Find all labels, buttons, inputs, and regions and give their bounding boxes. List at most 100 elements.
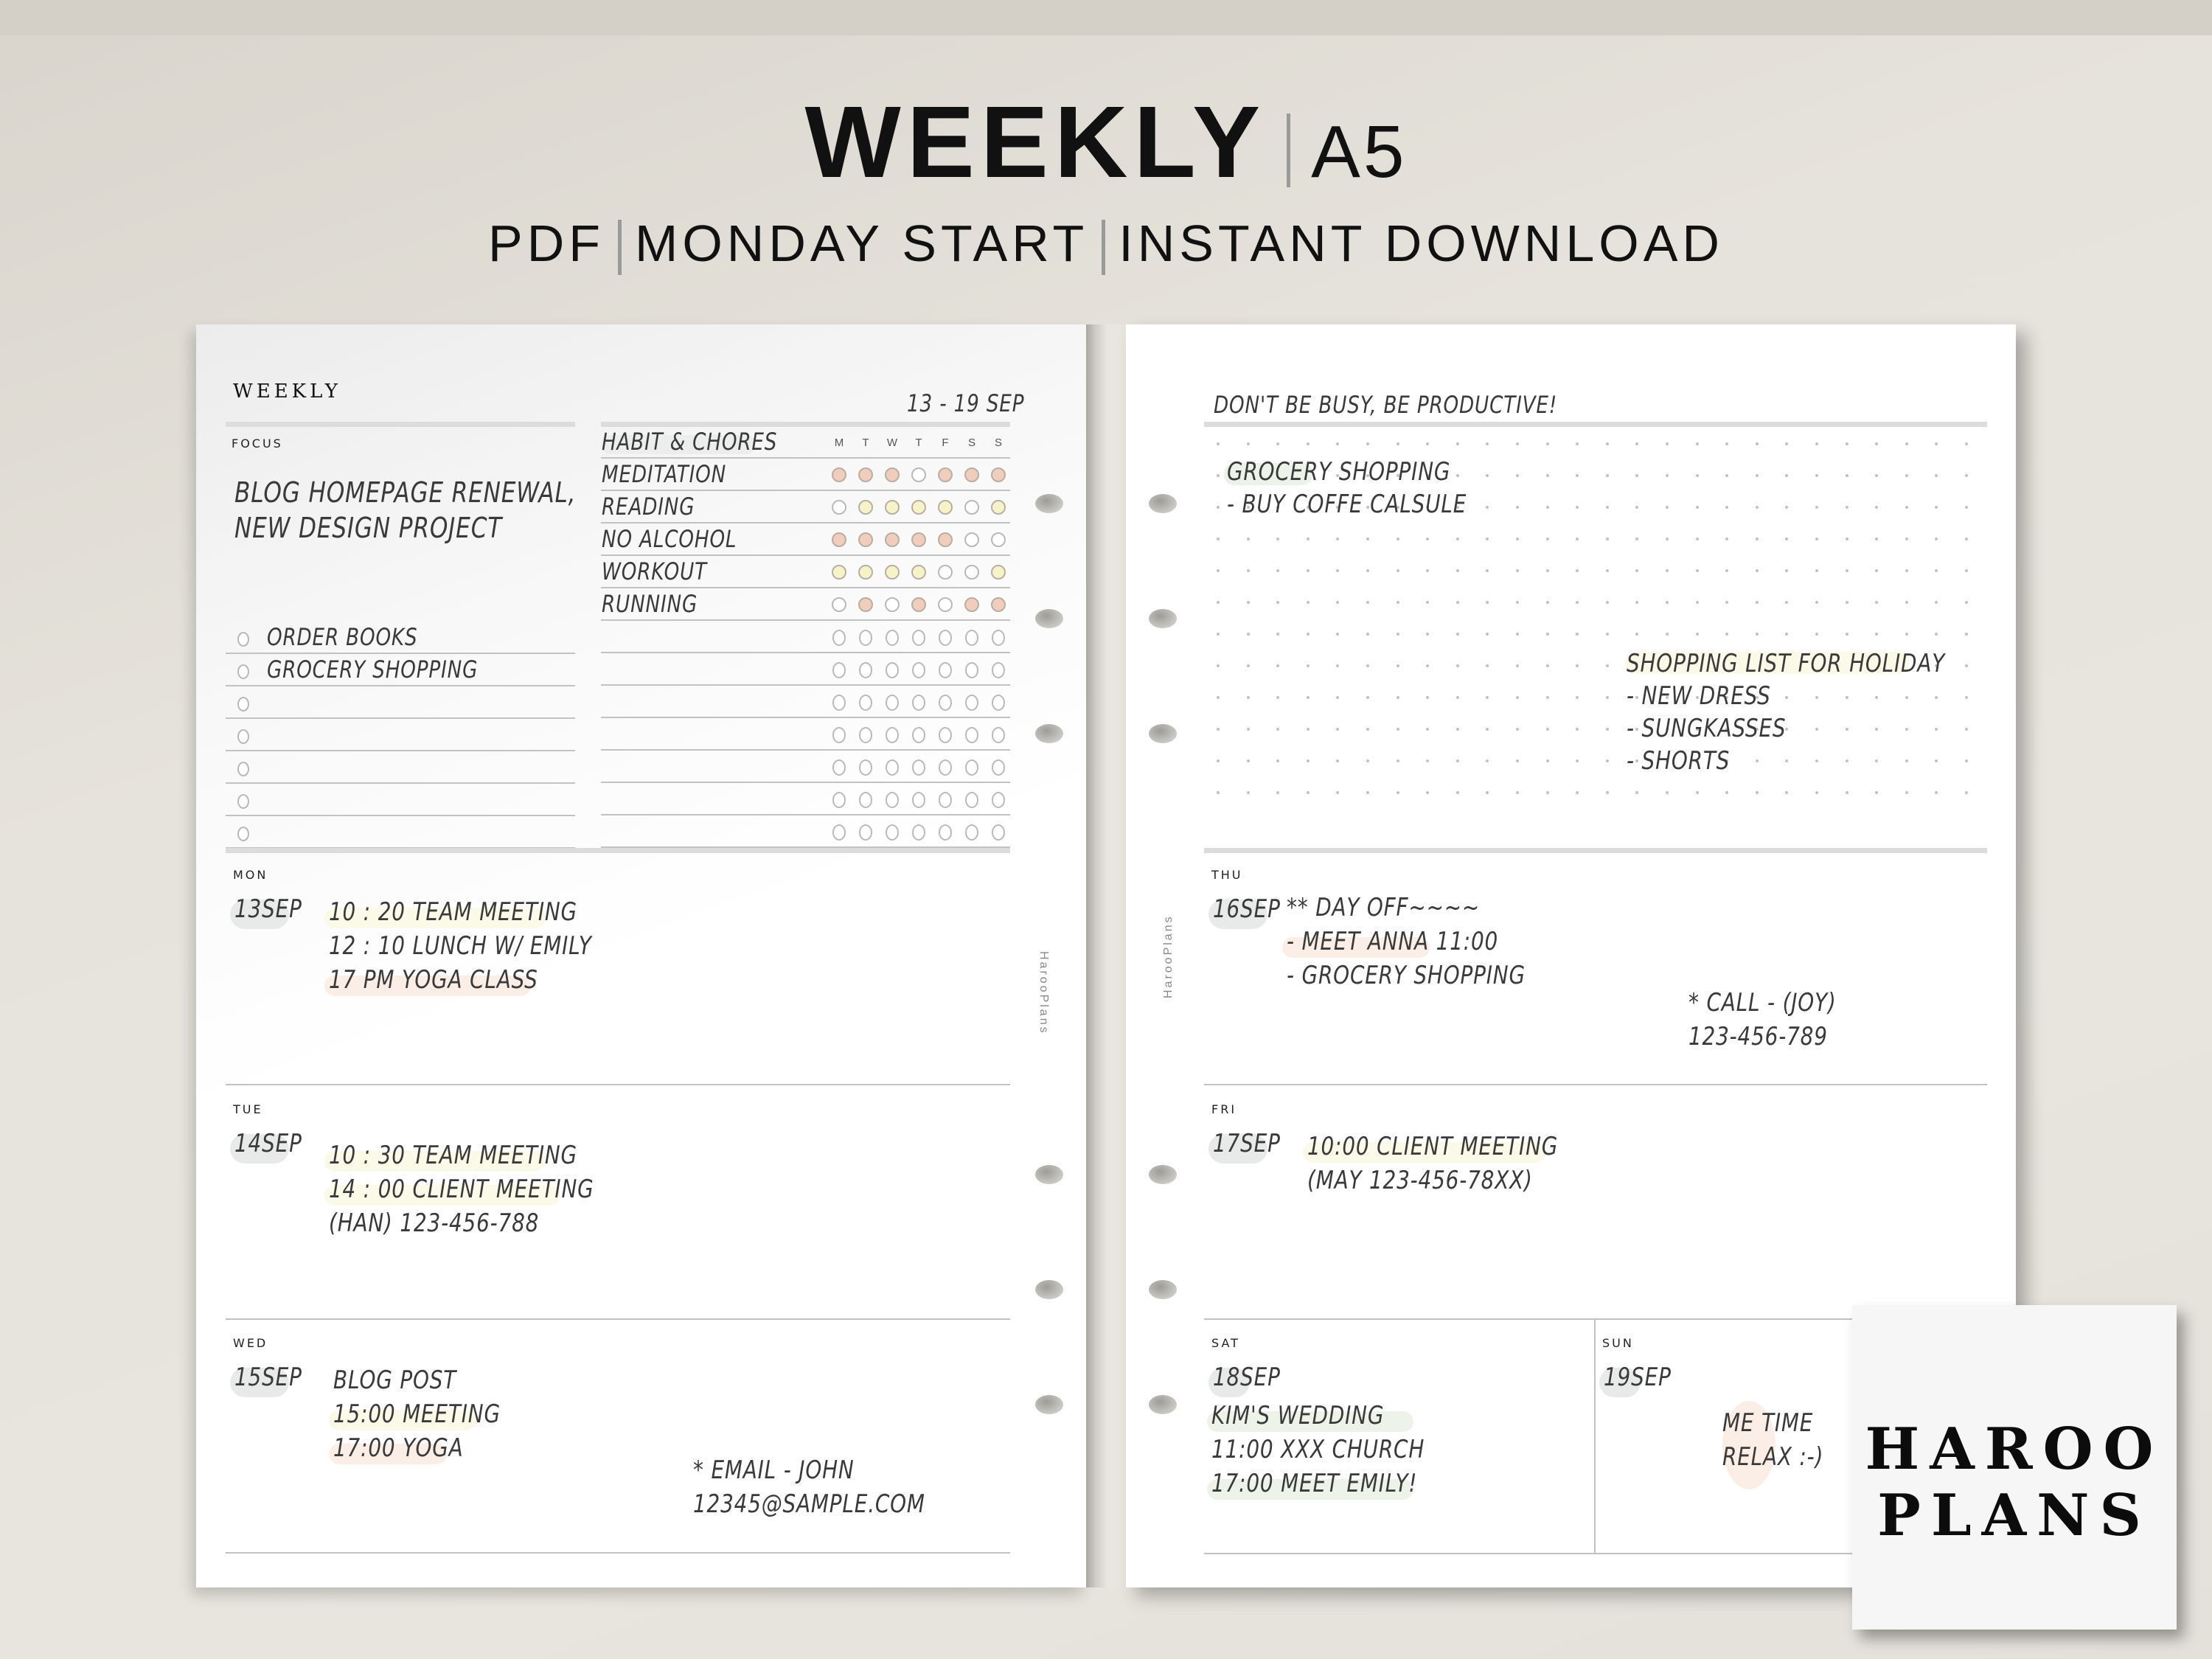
habit-mark-empty[interactable] (964, 500, 979, 515)
habit-mark-peach[interactable] (938, 467, 953, 482)
habit-mark-empty[interactable] (939, 824, 952, 841)
habit-mark-empty[interactable] (859, 630, 872, 646)
habit-mark-empty[interactable] (939, 662, 952, 678)
habit-mark-empty[interactable] (886, 695, 899, 711)
habit-mark-empty[interactable] (832, 500, 846, 515)
habit-mark-empty[interactable] (886, 630, 899, 646)
habit-mark-empty[interactable] (885, 597, 900, 612)
habit-mark-empty[interactable] (832, 662, 846, 678)
grid-dot (1217, 569, 1220, 572)
habit-mark-peach[interactable] (911, 597, 926, 612)
habit-mark-empty[interactable] (859, 662, 872, 678)
habit-mark-peach[interactable] (858, 532, 873, 547)
task-checkbox[interactable] (237, 794, 249, 809)
grid-dot (1666, 506, 1669, 509)
habit-mark-empty[interactable] (832, 695, 846, 711)
habit-mark-empty[interactable] (886, 662, 899, 678)
habit-mark-peach[interactable] (832, 467, 846, 482)
habit-mark-empty[interactable] (992, 759, 1005, 776)
habit-mark-empty[interactable] (912, 759, 925, 776)
habit-mark-empty[interactable] (992, 727, 1005, 743)
habit-mark-empty[interactable] (965, 630, 978, 646)
habit-mark-empty[interactable] (938, 565, 953, 580)
notes-b-line-3: - SUNGKASSES (1627, 714, 1787, 743)
habit-mark-empty[interactable] (912, 695, 925, 711)
grid-dot (1246, 728, 1250, 731)
habit-mark-peach[interactable] (885, 467, 900, 482)
habit-mark-empty[interactable] (964, 565, 979, 580)
habit-mark-empty[interactable] (912, 792, 925, 808)
habit-mark-empty[interactable] (911, 467, 926, 482)
habit-mark-yellow[interactable] (885, 565, 900, 580)
habit-mark-yellow[interactable] (858, 500, 873, 515)
habit-mark-yellow[interactable] (911, 565, 926, 580)
task-checkbox[interactable] (237, 762, 249, 776)
habit-mark-empty[interactable] (939, 727, 952, 743)
event-line: 17:00 YOGA (333, 1433, 464, 1463)
habit-mark-peach[interactable] (832, 532, 846, 547)
habit-mark-empty[interactable] (886, 792, 899, 808)
day-label: TUE (233, 1102, 263, 1116)
habit-mark-yellow[interactable] (858, 565, 873, 580)
habit-mark-empty[interactable] (965, 792, 978, 808)
habit-mark-peach[interactable] (858, 467, 873, 482)
habit-mark-empty[interactable] (832, 824, 846, 841)
habit-mark-yellow[interactable] (911, 500, 926, 515)
habit-mark-peach[interactable] (911, 532, 926, 547)
habit-mark-empty[interactable] (992, 792, 1005, 808)
habit-mark-peach[interactable] (991, 597, 1006, 612)
habit-mark-empty[interactable] (832, 759, 846, 776)
habit-mark-empty[interactable] (832, 792, 846, 808)
habit-mark-empty[interactable] (965, 695, 978, 711)
habit-mark-empty[interactable] (859, 792, 872, 808)
habit-mark-peach[interactable] (858, 597, 873, 612)
day-letter: F (942, 437, 949, 449)
habit-mark-yellow[interactable] (885, 500, 900, 515)
habit-mark-empty[interactable] (964, 532, 979, 547)
grid-dot (1965, 474, 1968, 477)
habit-mark-empty[interactable] (965, 727, 978, 743)
habit-mark-empty[interactable] (939, 759, 952, 776)
habit-mark-peach[interactable] (938, 532, 953, 547)
task-checkbox[interactable] (237, 827, 249, 841)
habit-mark-empty[interactable] (992, 662, 1005, 678)
habit-mark-empty[interactable] (886, 727, 899, 743)
habit-mark-empty[interactable] (886, 824, 899, 841)
habit-mark-peach[interactable] (964, 597, 979, 612)
habit-mark-empty[interactable] (832, 597, 846, 612)
grid-dot (1516, 664, 1519, 667)
habit-mark-empty[interactable] (992, 695, 1005, 711)
task-checkbox[interactable] (237, 729, 249, 744)
habit-mark-empty[interactable] (939, 630, 952, 646)
habit-mark-empty[interactable] (859, 759, 872, 776)
habit-mark-empty[interactable] (965, 824, 978, 841)
task-checkbox[interactable] (237, 632, 249, 647)
habit-mark-empty[interactable] (886, 759, 899, 776)
habit-mark-empty[interactable] (938, 597, 953, 612)
habit-mark-peach[interactable] (885, 532, 900, 547)
habit-mark-yellow[interactable] (991, 500, 1006, 515)
habit-mark-empty[interactable] (992, 630, 1005, 646)
habit-mark-yellow[interactable] (938, 500, 953, 515)
habit-mark-empty[interactable] (912, 727, 925, 743)
habit-mark-empty[interactable] (939, 792, 952, 808)
habit-mark-empty[interactable] (859, 695, 872, 711)
habit-mark-empty[interactable] (912, 824, 925, 841)
habit-mark-peach[interactable] (991, 467, 1006, 482)
habit-mark-yellow[interactable] (991, 565, 1006, 580)
habit-mark-empty[interactable] (859, 824, 872, 841)
habit-mark-empty[interactable] (939, 695, 952, 711)
habit-mark-empty[interactable] (859, 727, 872, 743)
habit-mark-empty[interactable] (991, 532, 1006, 547)
task-checkbox[interactable] (237, 697, 249, 712)
habit-mark-empty[interactable] (832, 727, 846, 743)
habit-mark-empty[interactable] (912, 630, 925, 646)
habit-mark-yellow[interactable] (832, 565, 846, 580)
habit-mark-peach[interactable] (964, 467, 979, 482)
habit-mark-empty[interactable] (992, 824, 1005, 841)
habit-mark-empty[interactable] (912, 662, 925, 678)
habit-mark-empty[interactable] (965, 662, 978, 678)
habit-mark-empty[interactable] (832, 630, 846, 646)
task-checkbox[interactable] (237, 664, 249, 679)
habit-mark-empty[interactable] (965, 759, 978, 776)
